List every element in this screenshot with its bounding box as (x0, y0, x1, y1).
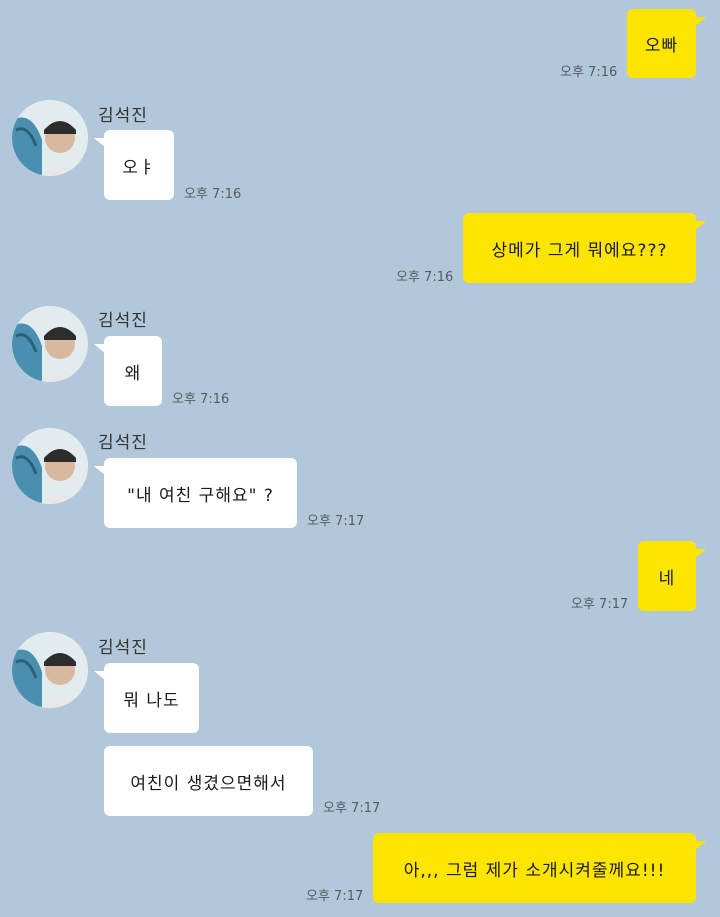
message-timestamp: 오후 7:16 (184, 187, 242, 202)
message-timestamp: 오후 7:17 (571, 597, 629, 612)
message-bubble-mine[interactable]: 네 (638, 541, 706, 611)
message-bubble-theirs[interactable]: 오ㅑ (94, 130, 174, 200)
message-bubble-mine[interactable]: 아,,, 그럼 제가 소개시켜줄께요!!! (373, 833, 706, 903)
message-bubble-theirs[interactable]: "내 여친 구해요" ? (94, 458, 297, 528)
contact-avatar[interactable] (12, 428, 88, 504)
message-timestamp: 오후 7:16 (560, 65, 618, 80)
message-timestamp: 오후 7:16 (172, 392, 230, 407)
message-bubble-theirs[interactable]: 여친이 생겼으면해서 (104, 746, 313, 816)
message-bubble-theirs[interactable]: 왜 (94, 336, 162, 406)
message-bubble-mine[interactable]: 상메가 그게 뭐에요??? (463, 213, 706, 283)
message-timestamp: 오후 7:17 (306, 889, 364, 904)
contact-name: 김석진 (98, 106, 148, 126)
message-timestamp: 오후 7:16 (396, 270, 454, 285)
contact-name: 김석진 (98, 311, 148, 331)
contact-name: 김석진 (98, 433, 148, 453)
message-timestamp: 오후 7:17 (323, 801, 381, 816)
chat-area[interactable]: 오빠 오후 7:16 김석진 오ㅑ 오후 7:16 상메가 그게 뭐에요??? … (0, 0, 720, 917)
message-bubble-theirs[interactable]: 뭐 나도 (94, 663, 199, 733)
message-bubble-mine[interactable]: 오빠 (627, 9, 706, 78)
contact-avatar[interactable] (12, 306, 88, 382)
message-timestamp: 오후 7:17 (307, 514, 365, 529)
contact-name: 김석진 (98, 638, 148, 658)
contact-avatar[interactable] (12, 100, 88, 176)
contact-avatar[interactable] (12, 632, 88, 708)
